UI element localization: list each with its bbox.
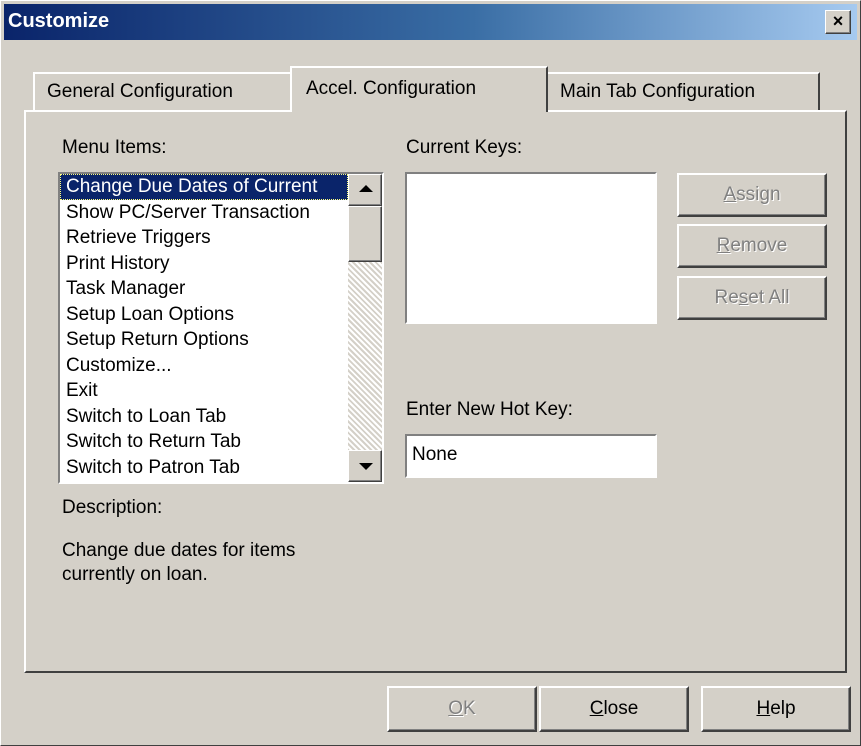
- scroll-down-button[interactable]: [348, 450, 382, 482]
- reset-all-button[interactable]: Reset All: [677, 276, 827, 320]
- dialog-title: Customize: [8, 10, 110, 32]
- list-item[interactable]: Change Due Dates of Current: [60, 174, 348, 200]
- close-icon[interactable]: ×: [825, 10, 851, 34]
- tab-main-tab-configuration[interactable]: Main Tab Configuration: [546, 72, 820, 110]
- reset-all-label-post: et All: [748, 287, 790, 308]
- close-mnemonic: C: [589, 698, 604, 719]
- scroll-up-button[interactable]: [348, 174, 382, 206]
- list-item[interactable]: Exit: [60, 378, 348, 404]
- listbox-scrollbar[interactable]: [348, 174, 382, 482]
- remove-button[interactable]: Remove: [677, 224, 827, 268]
- menu-items-label: Menu Items:: [62, 137, 167, 158]
- list-item[interactable]: Switch to Loan Tab: [60, 404, 348, 430]
- list-item[interactable]: Setup Return Options: [60, 327, 348, 353]
- hotkey-input[interactable]: None: [405, 434, 657, 478]
- reset-all-mnemonic: s: [738, 287, 749, 308]
- ok-label-post: K: [463, 698, 476, 719]
- ok-mnemonic: O: [448, 698, 464, 719]
- reset-all-label-pre: Re: [714, 287, 739, 308]
- arrow-down-icon: [359, 463, 373, 470]
- help-button[interactable]: Help: [701, 686, 851, 732]
- list-item[interactable]: Show PC/Server Transaction: [60, 200, 348, 226]
- list-item[interactable]: Switch to Return Tab: [60, 429, 348, 455]
- list-item[interactable]: Print History: [60, 251, 348, 277]
- hotkey-label: Enter New Hot Key:: [406, 399, 573, 420]
- list-item[interactable]: Task Manager: [60, 276, 348, 302]
- list-item[interactable]: Customize...: [60, 353, 348, 379]
- assign-button[interactable]: Assign: [677, 173, 827, 217]
- menu-items-listbox[interactable]: Change Due Dates of Current Show PC/Serv…: [58, 172, 384, 484]
- arrow-up-icon: [359, 185, 373, 192]
- list-item[interactable]: Retrieve Triggers: [60, 225, 348, 251]
- list-item[interactable]: Setup Loan Options: [60, 302, 348, 328]
- list-item[interactable]: Switch to Patron Tab: [60, 455, 348, 481]
- help-mnemonic: H: [756, 698, 771, 719]
- tab-general-configuration[interactable]: General Configuration: [33, 72, 293, 110]
- ok-button[interactable]: OK: [387, 686, 537, 732]
- description-text-line1: Change due dates for items: [62, 540, 296, 561]
- scroll-thumb[interactable]: [348, 206, 382, 262]
- description-label: Description:: [62, 497, 163, 518]
- remove-mnemonic: R: [716, 235, 731, 256]
- close-button[interactable]: Close: [539, 686, 689, 732]
- assign-mnemonic: A: [723, 184, 737, 205]
- current-keys-label: Current Keys:: [406, 137, 523, 158]
- title-bar[interactable]: Customize ×: [4, 4, 857, 40]
- assign-label-post: ssign: [736, 184, 781, 205]
- close-label-post: lose: [603, 698, 639, 719]
- current-keys-list[interactable]: [405, 172, 657, 324]
- tab-accel-configuration[interactable]: Accel. Configuration: [290, 66, 548, 112]
- description-text-line2: currently on loan.: [62, 564, 208, 585]
- help-label-post: elp: [770, 698, 796, 719]
- remove-label-post: emove: [730, 235, 788, 256]
